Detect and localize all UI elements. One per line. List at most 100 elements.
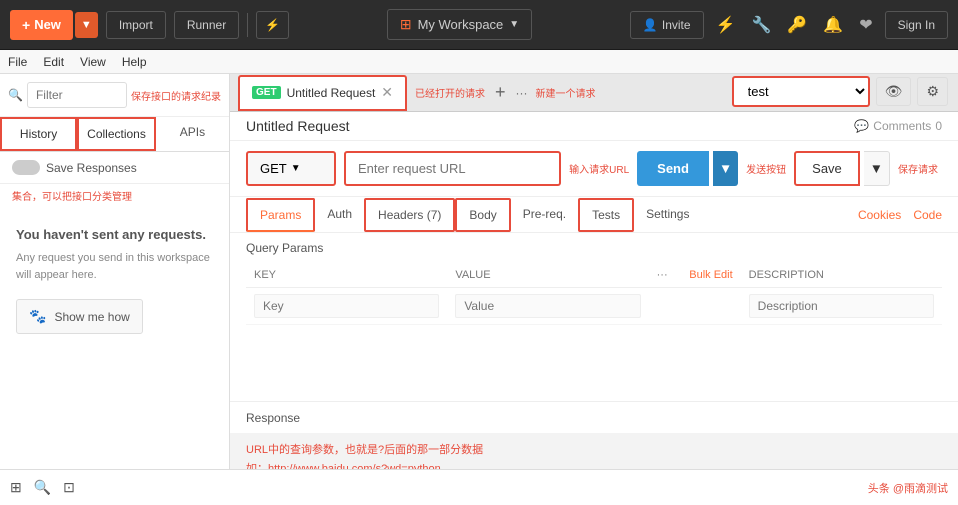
- send-button[interactable]: Send: [637, 151, 709, 186]
- watermark: 头条 @雨滴测试: [868, 480, 948, 496]
- empty-desc: Any request you send in this workspace w…: [16, 250, 213, 283]
- menu-file[interactable]: File: [8, 55, 27, 69]
- add-tab-button[interactable]: +: [489, 82, 512, 103]
- sidebar-tab-collections[interactable]: Collections: [77, 117, 156, 151]
- save-button[interactable]: Save: [794, 151, 860, 186]
- response-title: Response: [246, 411, 300, 425]
- params-tab-auth[interactable]: Auth: [315, 199, 364, 231]
- params-tab-params[interactable]: Params: [246, 198, 315, 232]
- import-button[interactable]: Import: [106, 11, 166, 39]
- url-bar: GET ▼ 输入请求URL Send ▼ 发送按钮 Save ▼ 保存请求: [230, 141, 958, 197]
- table-row: [246, 288, 942, 325]
- menubar: File Edit View Help: [0, 50, 958, 74]
- empty-title: You haven't sent any requests.: [16, 227, 213, 242]
- new-dropdown-arrow[interactable]: ▼: [75, 12, 98, 38]
- send-annotation: 发送按钮: [746, 161, 786, 176]
- bottom-icon-3[interactable]: ⊡: [63, 479, 75, 496]
- invite-button[interactable]: 👤 Invite: [630, 11, 704, 39]
- opened-request-annotation: 已经打开的请求: [415, 85, 485, 100]
- heart-icon-btn[interactable]: ❤: [855, 11, 876, 39]
- params-tab-body[interactable]: Body: [455, 198, 510, 232]
- group-manage-annotation: 集合，可以把接口分类管理: [12, 188, 217, 203]
- key-input[interactable]: [254, 294, 439, 318]
- params-tabs: Params Auth Headers (7) Body Pre-req. Te…: [230, 197, 958, 233]
- response-area: Response: [230, 401, 958, 433]
- paw-icon: 🐾: [29, 308, 46, 325]
- menu-help[interactable]: Help: [122, 55, 147, 69]
- workspace-button[interactable]: ⊞ My Workspace ▼: [387, 9, 532, 40]
- request-tab[interactable]: GET Untitled Request ✕: [238, 75, 407, 111]
- params-area: Query Params KEY VALUE ··· Bulk Edit DES…: [230, 233, 958, 401]
- input-url-annotation: 输入请求URL: [569, 161, 629, 176]
- method-dropdown[interactable]: GET ▼: [246, 151, 336, 186]
- new-label: New: [34, 17, 61, 32]
- method-chevron: ▼: [291, 163, 301, 174]
- eye-icon-btn[interactable]: 👁: [876, 77, 912, 106]
- bottom-icon-2[interactable]: 🔍: [34, 479, 51, 496]
- gear-icon-btn[interactable]: ⚙: [917, 77, 948, 106]
- save-annotation2: 保存请求: [898, 161, 938, 176]
- workspace-icon: ⊞: [400, 16, 412, 33]
- new-button[interactable]: + New: [10, 10, 73, 40]
- params-tab-settings[interactable]: Settings: [634, 199, 701, 231]
- key-col-header: KEY: [246, 263, 447, 288]
- tab-name: Untitled Request: [287, 86, 376, 100]
- environment-select[interactable]: test No Environment: [732, 76, 870, 107]
- settings-icon-btn[interactable]: 🔧: [747, 11, 775, 39]
- params-tab-tests[interactable]: Tests: [578, 198, 634, 232]
- params-table: KEY VALUE ··· Bulk Edit DESCRIPTION: [246, 263, 942, 325]
- value-input[interactable]: [455, 294, 640, 318]
- topbar: + New ▼ Import Runner ⚡ ⊞ My Workspace ▼…: [0, 0, 958, 50]
- flash-icon-btn[interactable]: ⚡: [712, 11, 740, 39]
- tab-close-icon[interactable]: ✕: [381, 84, 393, 101]
- menu-edit[interactable]: Edit: [43, 55, 64, 69]
- bottom-icon-1[interactable]: ⊞: [10, 479, 22, 496]
- description-input[interactable]: [749, 294, 934, 318]
- tab-method-badge: GET: [252, 86, 281, 99]
- send-dropdown-button[interactable]: ▼: [713, 151, 738, 186]
- sidebar: 🔍 保存接口的请求纪录 History Collections APIs Sav…: [0, 74, 230, 505]
- intercept-button[interactable]: ⚡: [256, 11, 289, 39]
- menu-view[interactable]: View: [80, 55, 106, 69]
- query-params-title: Query Params: [246, 233, 942, 263]
- value-col-header: VALUE: [447, 263, 648, 288]
- sidebar-tab-apis[interactable]: APIs: [156, 117, 229, 151]
- show-me-label: Show me how: [54, 310, 129, 324]
- comments-count: 0: [935, 119, 942, 133]
- bulk-edit-link[interactable]: Bulk Edit: [677, 263, 740, 288]
- save-responses-toggle[interactable]: [12, 160, 40, 175]
- method-label: GET: [260, 161, 287, 176]
- request-name-bar: Untitled Request 💬 Comments 0: [230, 112, 958, 141]
- sidebar-tabs: History Collections APIs: [0, 117, 229, 152]
- key-icon-btn[interactable]: 🔑: [783, 11, 811, 39]
- save-dropdown-button[interactable]: ▼: [864, 151, 890, 186]
- code-link[interactable]: Code: [913, 208, 942, 222]
- person-icon: 👤: [643, 18, 658, 32]
- sidebar-tab-history[interactable]: History: [0, 117, 77, 151]
- save-responses-toggle-area: Save Responses: [0, 152, 229, 184]
- url-input[interactable]: [344, 151, 561, 186]
- request-name-title: Untitled Request: [246, 118, 350, 134]
- params-tab-headers[interactable]: Headers (7): [364, 198, 455, 232]
- bottom-bar: ⊞ 🔍 ⊡ 头条 @雨滴测试: [0, 469, 958, 505]
- search-icon: 🔍: [8, 88, 23, 102]
- workspace-chevron: ▼: [509, 19, 519, 30]
- more-tabs-button[interactable]: ···: [516, 86, 528, 100]
- params-tab-prereq[interactable]: Pre-req.: [511, 199, 578, 231]
- bell-icon-btn[interactable]: 🔔: [819, 11, 847, 39]
- show-me-button[interactable]: 🐾 Show me how: [16, 299, 143, 334]
- save-responses-label: Save Responses: [46, 161, 137, 175]
- desc-col-header: DESCRIPTION: [741, 263, 942, 288]
- runner-button[interactable]: Runner: [174, 11, 239, 39]
- comments-link[interactable]: 💬 Comments 0: [854, 119, 942, 133]
- sidebar-search-area: 🔍 保存接口的请求纪录: [0, 74, 229, 117]
- search-input[interactable]: [27, 82, 127, 108]
- workspace-label: My Workspace: [418, 17, 504, 32]
- more-col-header: ···: [649, 263, 678, 288]
- comments-label: Comments: [873, 119, 931, 133]
- invite-label: Invite: [662, 18, 691, 32]
- signin-button[interactable]: Sign In: [885, 11, 948, 39]
- comment-icon: 💬: [854, 119, 869, 133]
- new-request-annotation: 新建一个请求: [536, 85, 596, 100]
- cookies-link[interactable]: Cookies: [858, 208, 901, 222]
